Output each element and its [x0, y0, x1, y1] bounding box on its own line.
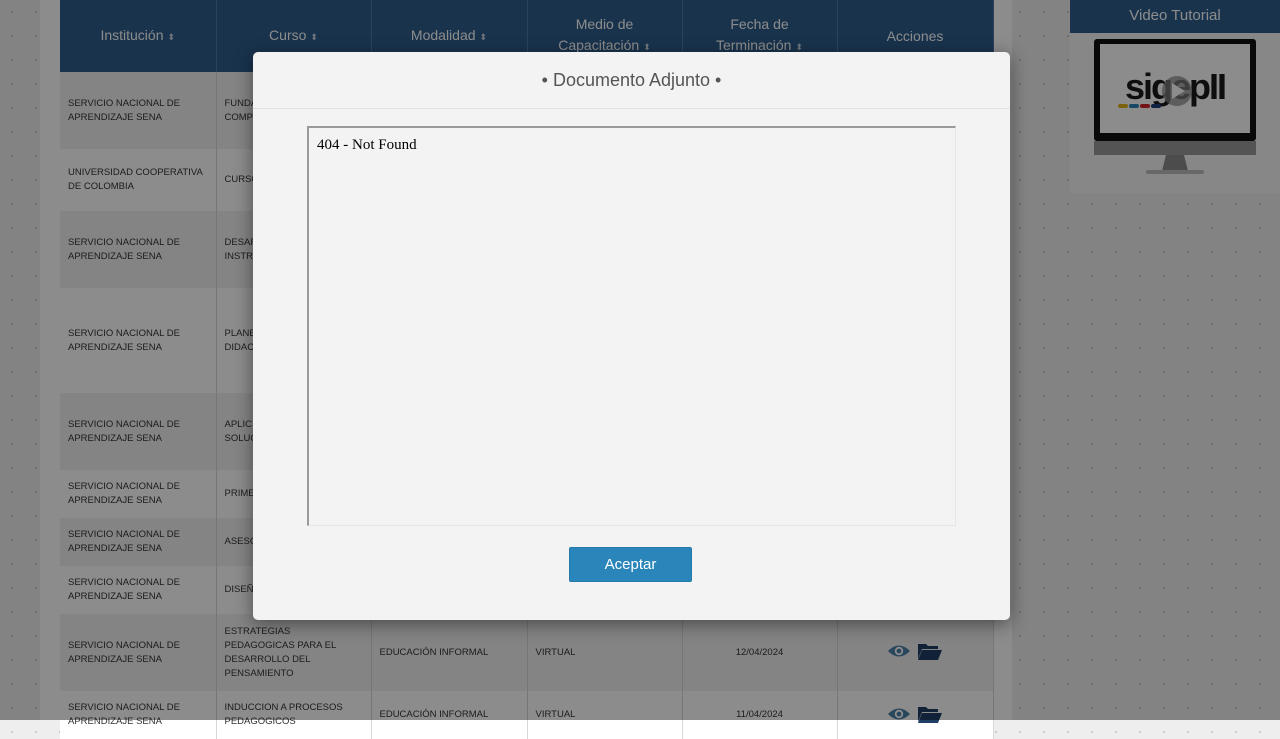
modal-title: • Documento Adjunto •	[253, 52, 1010, 109]
document-viewer[interactable]: 404 - Not Found	[307, 126, 956, 526]
accept-button[interactable]: Aceptar	[569, 547, 692, 582]
document-content: 404 - Not Found	[317, 137, 417, 153]
attachment-modal: • Documento Adjunto • 404 - Not Found Ac…	[253, 52, 1010, 620]
